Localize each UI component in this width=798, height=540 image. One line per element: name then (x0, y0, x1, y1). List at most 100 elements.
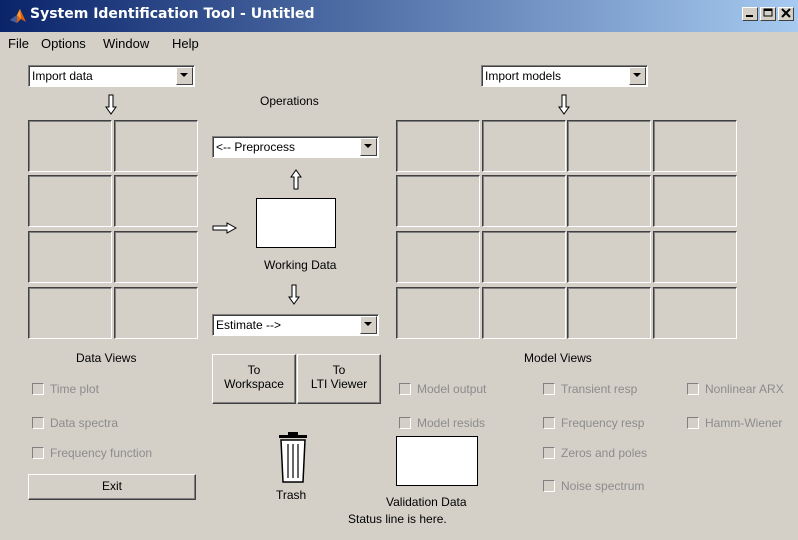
data-board-slot[interactable] (28, 175, 112, 227)
operations-heading: Operations (260, 94, 319, 108)
to-workspace-label-line1: To (247, 363, 261, 377)
to-workspace-label-line2: Workspace (224, 377, 284, 391)
matlab-logo-icon (10, 9, 26, 23)
trash-label: Trash (276, 488, 307, 502)
checkbox-box[interactable] (543, 383, 555, 395)
to-workspace-button[interactable]: To Workspace (212, 354, 296, 404)
data-board-slot[interactable] (114, 231, 198, 283)
model-board-slot[interactable] (482, 175, 566, 227)
arrow-down-icon (288, 284, 300, 305)
maximize-button[interactable] (760, 7, 776, 21)
frequency-resp-label: Frequency resp (561, 416, 645, 430)
model-board-slot[interactable] (653, 120, 737, 172)
exit-label: Exit (101, 479, 122, 493)
chevron-down-icon (633, 73, 641, 77)
working-data-label: Working Data (264, 258, 337, 272)
minimize-icon (746, 15, 753, 17)
minimize-button[interactable] (742, 7, 758, 21)
arrow-right-icon (212, 222, 238, 234)
maximize-icon (763, 8, 773, 17)
estimate-dropdown[interactable]: Estimate --> (212, 314, 379, 336)
dropdown-arrow-button[interactable] (360, 316, 377, 334)
checkbox-box[interactable] (399, 383, 411, 395)
model-board-slot[interactable] (653, 231, 737, 283)
checkbox-box[interactable] (32, 447, 44, 459)
arrow-up-icon (290, 169, 302, 190)
model-board-slot[interactable] (482, 231, 566, 283)
estimate-value: Estimate --> (216, 318, 282, 332)
dropdown-arrow-button[interactable] (629, 67, 646, 85)
nonlinear-arx-label: Nonlinear ARX (705, 382, 784, 396)
menu-help[interactable]: Help (172, 36, 199, 51)
checkbox-box[interactable] (32, 383, 44, 395)
close-icon (781, 8, 791, 18)
status-line: Status line is here. (348, 512, 447, 526)
validation-data-board[interactable] (396, 436, 478, 486)
model-views-label: Model Views (524, 351, 592, 365)
hamm-wiener-label: Hamm-Wiener (705, 416, 783, 430)
exit-button[interactable]: Exit (28, 474, 196, 500)
model-output-label: Model output (417, 382, 487, 396)
menu-window[interactable]: Window (103, 36, 149, 51)
model-board-slot[interactable] (396, 175, 480, 227)
import-data-value: Import data (32, 69, 93, 83)
menu-file[interactable]: File (8, 36, 29, 51)
data-board-slot[interactable] (114, 120, 198, 172)
arrow-down-icon (105, 94, 117, 115)
data-board-slot[interactable] (28, 287, 112, 339)
main-window: System Identification Tool - Untitled Fi… (0, 0, 798, 540)
menu-options[interactable]: Options (41, 36, 86, 51)
validation-data-label: Validation Data (386, 495, 467, 509)
preprocess-dropdown[interactable]: <-- Preprocess (212, 136, 379, 158)
model-board-slot[interactable] (396, 287, 480, 339)
frequency-function-label: Frequency function (50, 446, 153, 460)
import-models-value: Import models (485, 69, 562, 83)
data-board-slot[interactable] (28, 231, 112, 283)
data-board-slot[interactable] (28, 120, 112, 172)
model-board-slot[interactable] (653, 287, 737, 339)
data-views-label: Data Views (76, 351, 137, 365)
checkbox-box[interactable] (543, 417, 555, 429)
import-data-dropdown[interactable]: Import data (28, 65, 195, 87)
model-board-slot[interactable] (482, 120, 566, 172)
model-board-slot[interactable] (482, 287, 566, 339)
to-lti-label-line1: To (332, 363, 346, 377)
model-board-slot[interactable] (567, 175, 651, 227)
checkbox-box[interactable] (32, 417, 44, 429)
chevron-down-icon (364, 144, 372, 148)
zeros-and-poles-label: Zeros and poles (561, 446, 648, 460)
checkbox-box[interactable] (543, 447, 555, 459)
close-button[interactable] (778, 7, 794, 21)
model-board-slot[interactable] (567, 231, 651, 283)
chevron-down-icon (364, 322, 372, 326)
noise-spectrum-label: Noise spectrum (561, 479, 645, 493)
arrow-down-icon (558, 94, 570, 115)
checkbox-box[interactable] (399, 417, 411, 429)
checkbox-box[interactable] (687, 417, 699, 429)
trash-icon[interactable] (275, 432, 311, 484)
data-spectra-label: Data spectra (50, 416, 119, 430)
model-board-slot[interactable] (396, 231, 480, 283)
preprocess-value: <-- Preprocess (216, 140, 296, 154)
model-board-slot[interactable] (653, 175, 737, 227)
to-lti-viewer-button[interactable]: To LTI Viewer (297, 354, 381, 404)
data-board-slot[interactable] (114, 287, 198, 339)
import-models-dropdown[interactable]: Import models (481, 65, 648, 87)
model-board-slot[interactable] (567, 287, 651, 339)
chevron-down-icon (180, 73, 188, 77)
dropdown-arrow-button[interactable] (360, 138, 377, 156)
dropdown-arrow-button[interactable] (176, 67, 193, 85)
model-board-slot[interactable] (567, 120, 651, 172)
model-board-slot[interactable] (396, 120, 480, 172)
menu-bar: File Options Window Help (0, 32, 798, 54)
time-plot-label: Time plot (50, 382, 99, 396)
model-resids-label: Model resids (417, 416, 486, 430)
title-bar[interactable]: System Identification Tool - Untitled (0, 0, 798, 32)
data-board-slot[interactable] (114, 175, 198, 227)
checkbox-box[interactable] (687, 383, 699, 395)
transient-resp-label: Transient resp (561, 382, 638, 396)
window-title: System Identification Tool - Untitled (30, 6, 315, 22)
checkbox-box[interactable] (543, 480, 555, 492)
to-lti-label-line2: LTI Viewer (310, 377, 368, 391)
working-data-board[interactable] (256, 198, 336, 248)
